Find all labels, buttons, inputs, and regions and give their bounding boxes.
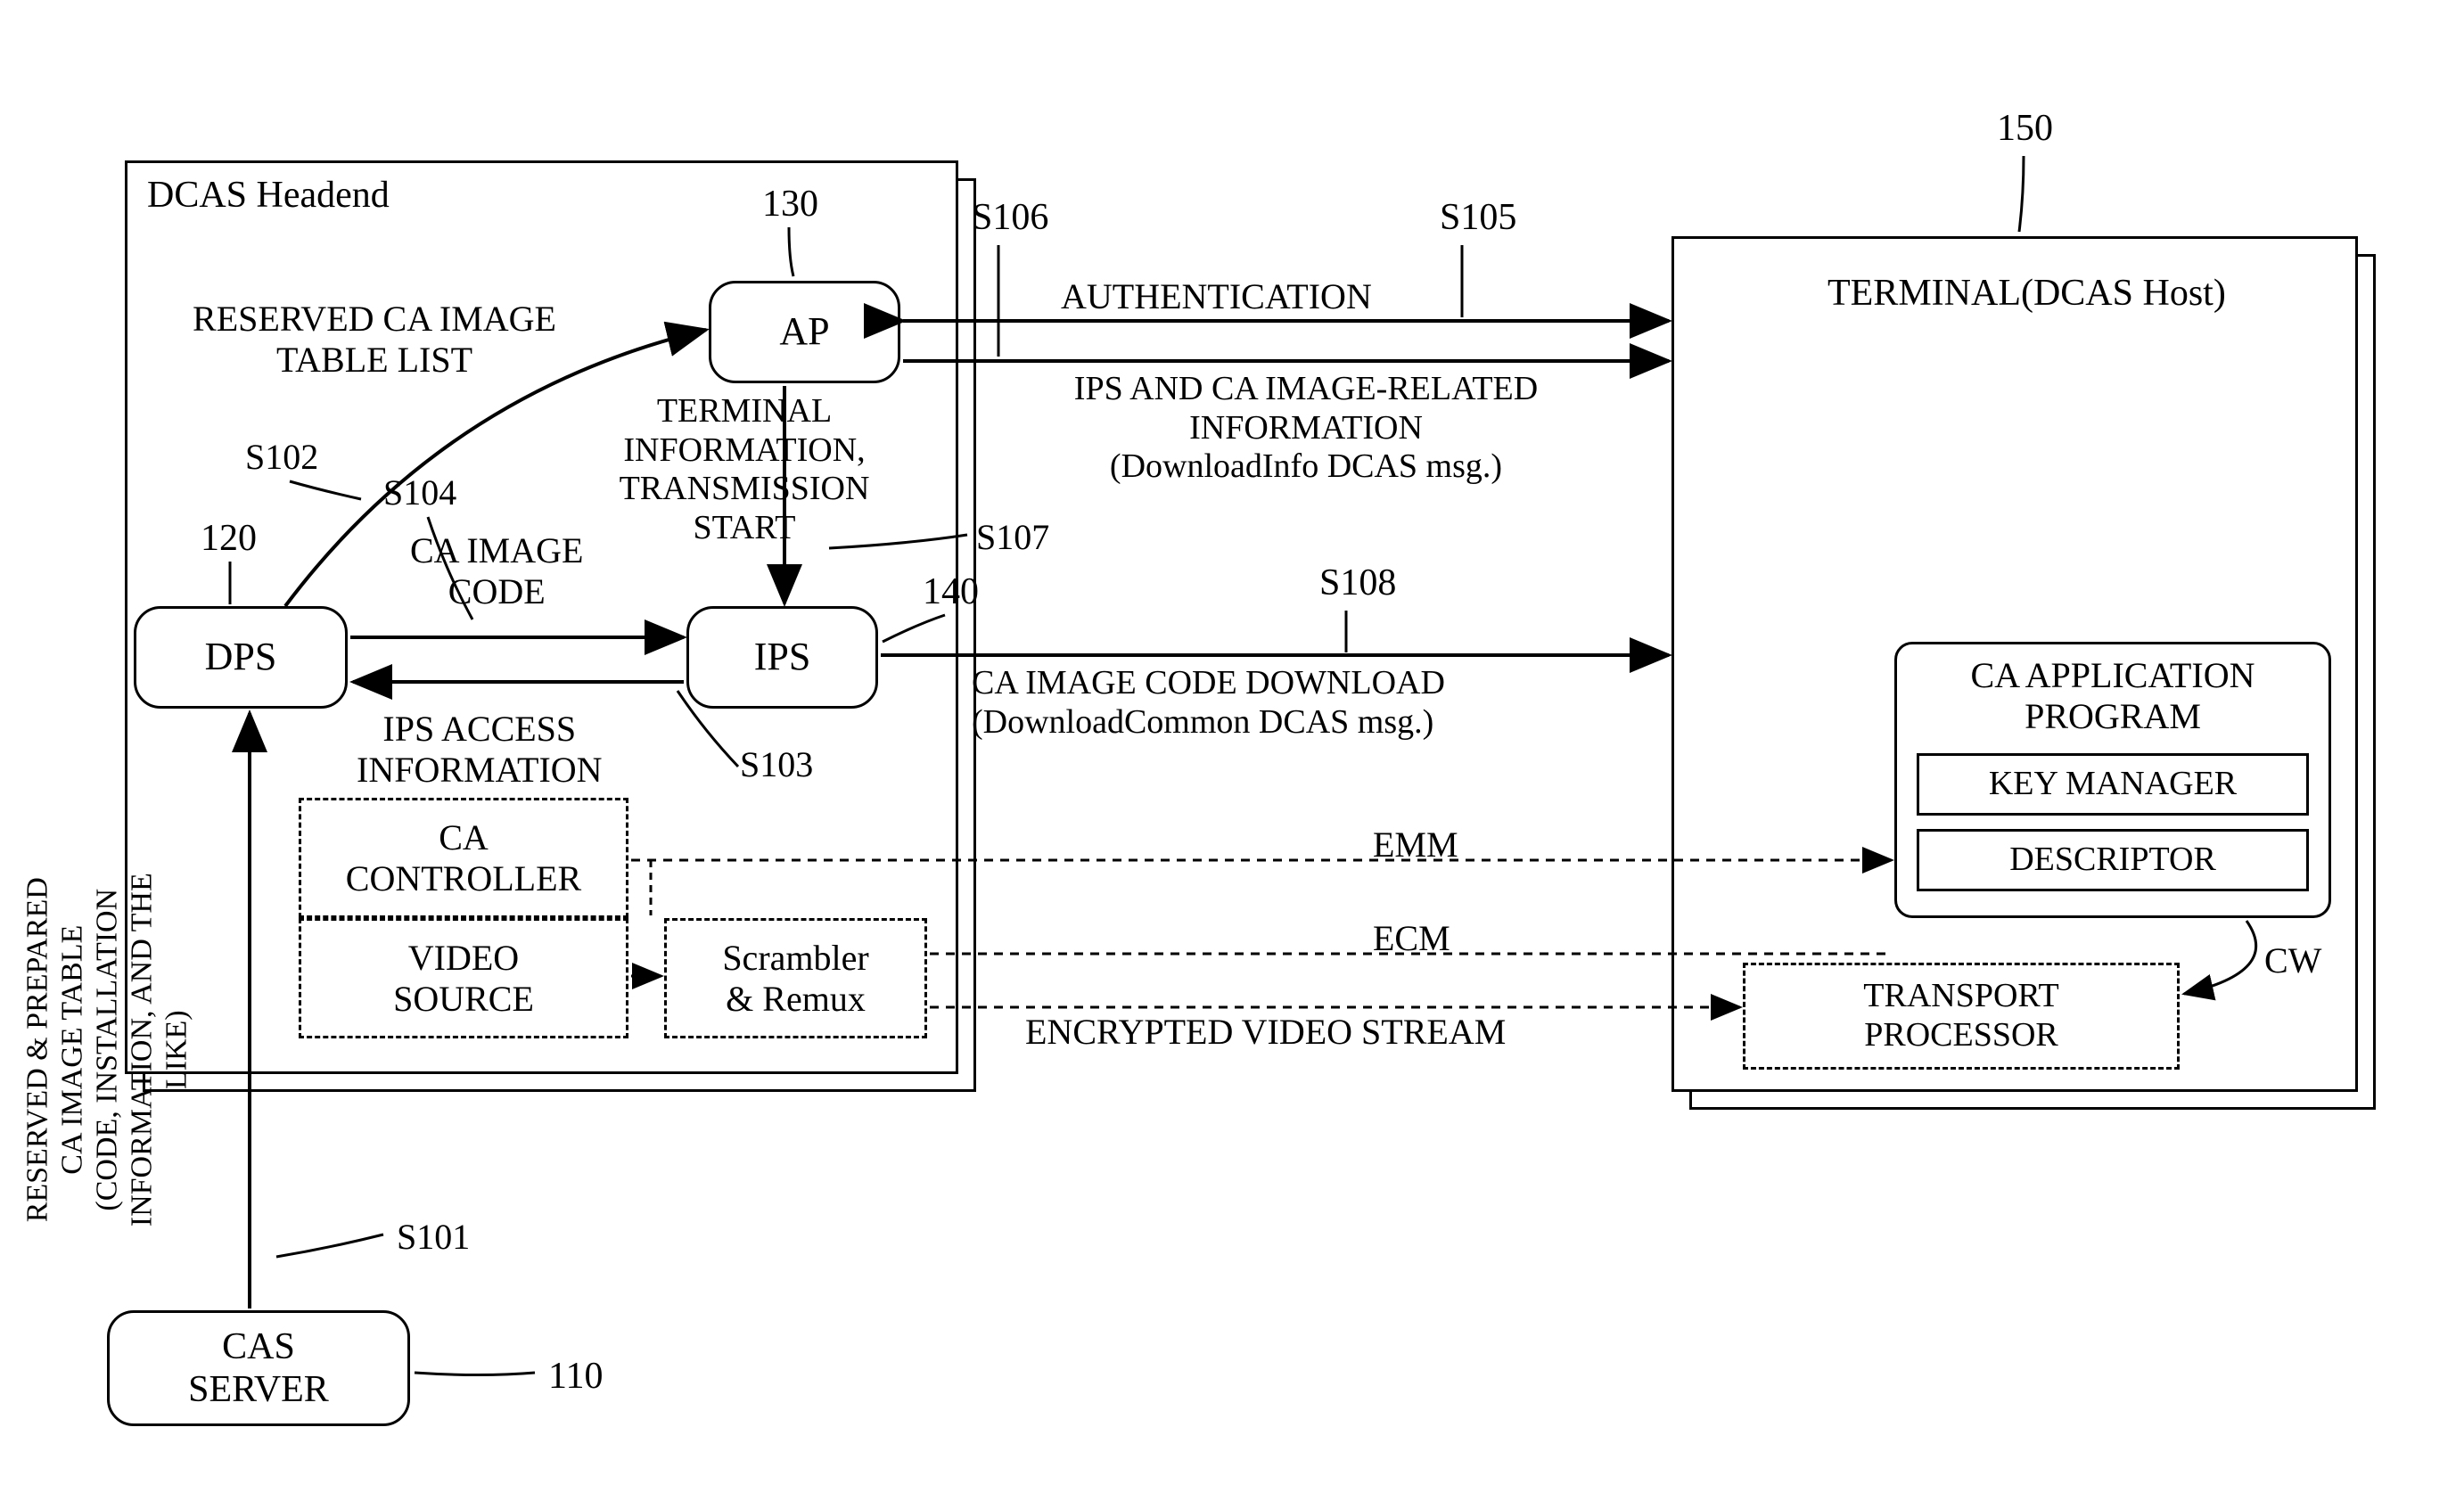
cas-ref: 110 — [548, 1355, 603, 1398]
key-mgr-label: KEY MANAGER — [1989, 765, 2237, 804]
cas-box: CAS SERVER — [107, 1310, 410, 1426]
s104-ref: S104 — [383, 472, 456, 513]
cas-label: CAS SERVER — [188, 1325, 329, 1412]
video-label: ENCRYPTED VIDEO STREAM — [1025, 1012, 1506, 1053]
descriptor-label: DESCRIPTOR — [2009, 841, 2216, 880]
video-source-label: VIDEO SOURCE — [393, 938, 534, 1020]
s101-text: RESERVED & PREPARED CA IMAGE TABLE (CODE… — [20, 783, 193, 1317]
s105-text: AUTHENTICATION — [1061, 276, 1372, 317]
descriptor-box: DESCRIPTOR — [1917, 829, 2309, 891]
key-mgr-box: KEY MANAGER — [1917, 753, 2309, 816]
dps-ref: 120 — [201, 517, 257, 560]
video-source-box: VIDEO SOURCE — [299, 918, 628, 1038]
s102-ref: S102 — [245, 437, 318, 478]
s106-text: IPS AND CA IMAGE-RELATED INFORMATION (Do… — [972, 370, 1640, 487]
emm-label: EMM — [1373, 824, 1458, 865]
ap-label: AP — [779, 309, 829, 355]
s107-ref: S107 — [976, 517, 1049, 558]
s101-ref: S101 — [397, 1217, 470, 1258]
s103-text: IPS ACCESS INFORMATION — [357, 709, 603, 791]
ca-controller-label: CA CONTROLLER — [346, 817, 581, 899]
cw-label: CW — [2264, 940, 2321, 981]
ips-ref: 140 — [923, 570, 979, 613]
terminal-title: TERMINAL(DCAS Host) — [1827, 272, 2226, 315]
ca-app-label: CA APPLICATION PROGRAM — [1952, 655, 2273, 737]
dps-label: DPS — [205, 635, 277, 680]
s106-ref: S106 — [972, 196, 1048, 239]
terminal-ref: 150 — [1997, 107, 2053, 150]
ips-box: IPS — [686, 606, 878, 709]
dps-box: DPS — [134, 606, 348, 709]
s104-text: CA IMAGE CODE — [410, 530, 583, 612]
scrambler-label: Scrambler & Remux — [722, 938, 868, 1020]
s102-text: RESERVED CA IMAGE TABLE LIST — [160, 299, 588, 381]
s103-ref: S103 — [740, 744, 813, 785]
s108-text: CA IMAGE CODE DOWNLOAD (DownloadCommon D… — [972, 664, 1685, 742]
ap-ref: 130 — [762, 183, 818, 226]
transport-label: TRANSPORT PROCESSOR — [1863, 977, 2058, 1054]
scrambler-box: Scrambler & Remux — [664, 918, 927, 1038]
ecm-label: ECM — [1373, 918, 1450, 959]
s107-text: TERMINAL INFORMATION, TRANSMISSION START — [588, 392, 900, 548]
s105-ref: S105 — [1440, 196, 1516, 239]
ap-box: AP — [709, 281, 900, 383]
headend-title: DCAS Headend — [147, 174, 390, 217]
transport-box: TRANSPORT PROCESSOR — [1743, 963, 2180, 1070]
ips-label: IPS — [754, 635, 811, 680]
s108-ref: S108 — [1319, 562, 1396, 604]
ca-controller-box: CA CONTROLLER — [299, 798, 628, 918]
